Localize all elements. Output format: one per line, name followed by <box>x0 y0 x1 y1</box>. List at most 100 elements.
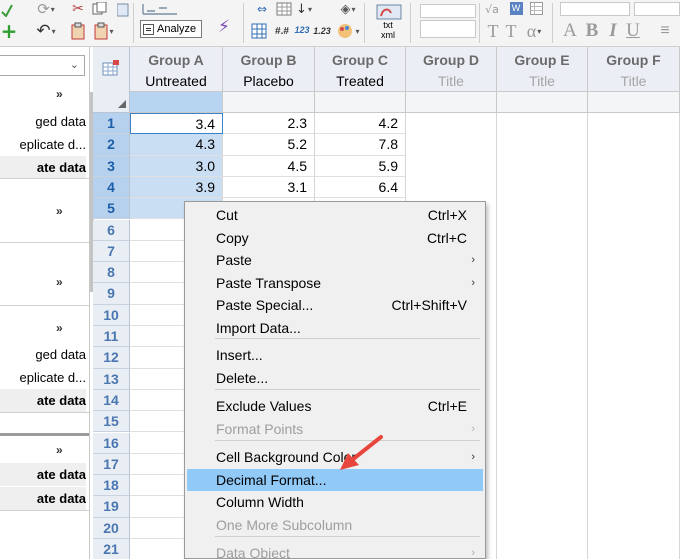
table-corner[interactable] <box>93 47 130 113</box>
menu-item[interactable]: Cell Background Color › <box>187 446 483 468</box>
menu-item[interactable]: Copy Ctrl+C <box>187 227 483 249</box>
subcolumn-header[interactable] <box>130 92 223 113</box>
table-cell[interactable]: 4.2 <box>315 113 406 135</box>
row-header[interactable]: 8 <box>93 262 130 284</box>
nav-item[interactable]: eplicate d... <box>0 366 87 389</box>
row-header[interactable]: 19 <box>93 496 130 518</box>
nav-item[interactable]: ate data <box>0 389 86 412</box>
column-header[interactable]: Group B Placebo <box>223 47 315 92</box>
grid-icon[interactable] <box>248 20 270 42</box>
superscript-icon[interactable]: 123 <box>292 18 312 42</box>
menu-item[interactable]: Decimal Format... <box>187 469 483 491</box>
copy-icon[interactable] <box>90 0 110 18</box>
size-combo[interactable] <box>420 20 476 38</box>
add-icon[interactable]: + <box>0 20 18 42</box>
underline-icon[interactable]: U <box>624 20 642 42</box>
column-header[interactable]: Group E Title <box>497 47 588 92</box>
column-header[interactable]: Group A Untreated <box>130 47 223 92</box>
navigator-combo[interactable]: ⌄ <box>0 55 85 76</box>
column-title[interactable]: Title <box>406 70 496 92</box>
redo-icon[interactable]: ⟳ ▾ <box>32 0 60 18</box>
formula-icon[interactable]: √a <box>484 0 500 18</box>
menu-item[interactable]: Insert... <box>187 344 483 366</box>
table-cell[interactable]: 4.3 <box>130 134 223 156</box>
row-header[interactable]: 12 <box>93 347 130 369</box>
arrows-icon[interactable]: ⇔ <box>250 0 274 18</box>
spreadsheet-icon[interactable] <box>528 0 544 16</box>
undo-icon[interactable]: ↶ ▾ <box>30 20 62 42</box>
subscript-icon[interactable]: 1.23 <box>310 20 334 42</box>
font-size-combo[interactable] <box>634 2 680 16</box>
table-cell[interactable]: 3.9 <box>130 176 223 199</box>
menu-item[interactable]: Column Width <box>187 491 483 513</box>
column-header[interactable]: Group C Treated <box>315 47 406 92</box>
expand-icon[interactable]: » <box>56 87 63 101</box>
bold-icon[interactable]: B <box>582 20 602 42</box>
table-cell[interactable]: 4.5 <box>223 155 315 177</box>
row-header[interactable]: 16 <box>93 432 130 454</box>
menu-item[interactable]: Paste Special... Ctrl+Shift+V <box>187 294 483 316</box>
word-icon[interactable]: W <box>508 0 524 16</box>
table-cell[interactable]: 7.8 <box>315 134 406 156</box>
table-icon[interactable] <box>274 0 294 18</box>
subcolumn-header[interactable] <box>497 92 588 113</box>
column-header[interactable]: Group D Title <box>406 47 497 92</box>
text-tool-icon[interactable]: T <box>484 20 502 42</box>
menu-item[interactable]: Cut Ctrl+X <box>187 204 483 226</box>
export-icon[interactable]: txt xml <box>370 2 406 42</box>
row-header[interactable]: 20 <box>93 517 130 539</box>
expand-icon[interactable]: » <box>56 443 63 457</box>
font-a-icon[interactable]: A <box>560 20 580 42</box>
row-header[interactable]: 6 <box>93 219 130 241</box>
row-header[interactable]: 3 <box>93 155 130 177</box>
wand-icon[interactable]: ⚡ <box>210 14 238 40</box>
analyze-button[interactable]: Analyze <box>140 20 202 38</box>
paste-special-icon[interactable]: ▾ <box>92 20 116 42</box>
table-cell[interactable]: 6.4 <box>315 176 406 199</box>
table-cell[interactable]: 3.4 <box>130 113 223 135</box>
font-color-icon[interactable]: ≡ <box>650 20 680 42</box>
row-header[interactable]: 4 <box>93 176 130 199</box>
nav-item[interactable]: ged data <box>0 110 86 133</box>
table-cell[interactable]: 5.9 <box>315 155 406 177</box>
row-header[interactable]: 7 <box>93 240 130 263</box>
chevron-down-icon[interactable]: ⌄ <box>70 58 79 71</box>
italic-icon[interactable]: I <box>604 20 622 42</box>
row-header[interactable]: 14 <box>93 389 130 412</box>
menu-item[interactable]: Exclude Values Ctrl+E <box>187 395 483 417</box>
nav-item[interactable]: eplicate d... <box>0 133 87 156</box>
nav-item[interactable]: ged data <box>0 343 86 366</box>
table-cell[interactable]: 3.1 <box>223 176 315 199</box>
row-header[interactable]: 5 <box>93 198 130 220</box>
menu-item[interactable]: Paste › <box>187 249 483 271</box>
check-icon[interactable] <box>0 0 14 20</box>
column-title[interactable]: Untreated <box>130 70 222 92</box>
column-title[interactable]: Treated <box>315 70 405 92</box>
menu-item[interactable]: Delete... <box>187 367 483 389</box>
row-header[interactable]: 2 <box>93 134 130 156</box>
graph-icon[interactable] <box>140 0 180 18</box>
decimal-icon[interactable]: #.# <box>272 20 292 42</box>
row-header[interactable]: 13 <box>93 368 130 390</box>
cut-icon[interactable]: ✂ <box>68 0 88 18</box>
row-header[interactable]: 15 <box>93 411 130 433</box>
paint-bucket-icon[interactable]: ◈ ▾ <box>334 0 362 18</box>
subcolumn-header[interactable] <box>223 92 315 113</box>
row-header[interactable]: 17 <box>93 453 130 476</box>
row-header[interactable]: 21 <box>93 539 130 559</box>
nav-item[interactable]: ate data <box>0 156 86 179</box>
table-cell[interactable]: 3.0 <box>130 155 223 177</box>
subcolumn-header[interactable] <box>406 92 497 113</box>
expand-icon[interactable]: » <box>56 321 63 335</box>
expand-icon[interactable]: » <box>56 204 63 218</box>
color-palette-icon[interactable]: ▾ <box>334 20 362 42</box>
column-title[interactable]: Title <box>497 70 587 92</box>
column-header[interactable]: Group F Title <box>588 47 680 92</box>
sort-icon[interactable]: ↓ ▾ <box>294 0 314 18</box>
row-header[interactable]: 11 <box>93 326 130 348</box>
table-cell[interactable]: 5.2 <box>223 134 315 156</box>
nav-item[interactable]: ate data <box>0 487 86 510</box>
font-combo[interactable] <box>560 2 630 16</box>
menu-item[interactable]: Paste Transpose › <box>187 272 483 294</box>
row-header[interactable]: 10 <box>93 304 130 326</box>
